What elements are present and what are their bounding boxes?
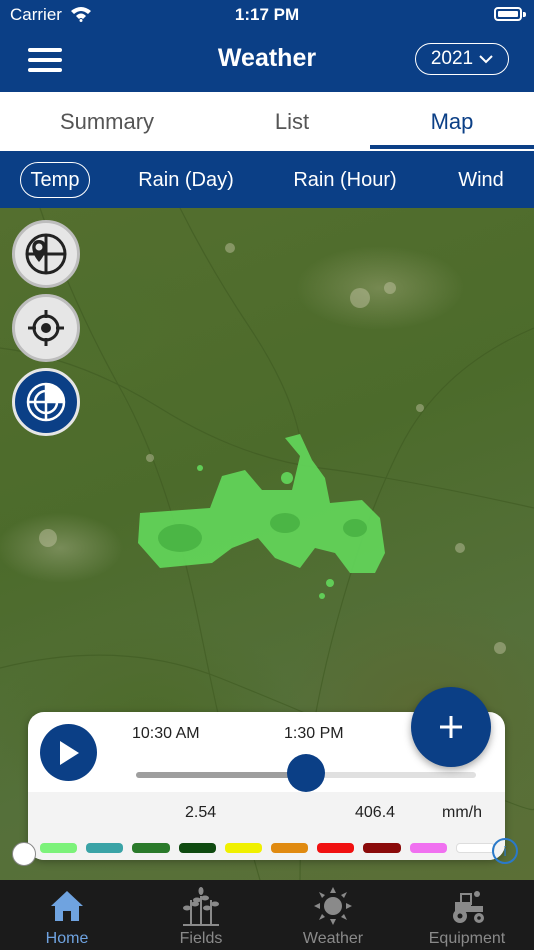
nav-fields[interactable]: Fields <box>134 880 268 950</box>
bottom-nav: Home Fields Weather Equipment <box>0 880 534 950</box>
timeline-handle[interactable] <box>287 754 325 792</box>
layer-selector: Temp Rain (Day) Rain (Hour) Wind <box>0 151 534 208</box>
legend-swatch-7 <box>363 843 401 853</box>
nav-home-label: Home <box>45 930 89 947</box>
locate-icon <box>28 310 64 346</box>
layer-rain-hour[interactable]: Rain (Hour) <box>280 162 410 198</box>
tab-summary[interactable]: Summary <box>0 92 214 151</box>
legend-max-value: 406.4 <box>355 804 396 821</box>
year-value: 2021 <box>430 48 474 69</box>
layer-rain-day[interactable]: Rain (Day) <box>124 162 248 198</box>
legend-swatch-3 <box>178 843 216 853</box>
active-tab-indicator <box>370 145 534 149</box>
chevron-down-icon <box>479 55 493 64</box>
app-header: Carrier 1:17 PM Weather 2021 <box>0 0 534 92</box>
view-tabs: Summary List Map <box>0 92 534 151</box>
radar-button[interactable] <box>12 368 80 436</box>
color-legend <box>40 843 496 853</box>
nav-weather[interactable]: Weather <box>266 880 400 950</box>
nav-fields-label: Fields <box>179 930 223 947</box>
legend-swatch-0 <box>40 843 78 853</box>
timeline-progress <box>136 772 306 778</box>
legend-unit: mm/h <box>442 804 482 821</box>
current-time-label: 1:30 PM <box>284 725 344 742</box>
add-button[interactable] <box>411 687 491 767</box>
home-icon <box>51 891 83 921</box>
tractor-icon <box>453 891 484 923</box>
layer-temp[interactable]: Temp <box>20 162 90 198</box>
nav-weather-label: Weather <box>302 930 364 947</box>
play-button[interactable] <box>40 724 97 781</box>
legend-min-value: 2.54 <box>185 804 217 821</box>
radar-icon <box>26 382 66 422</box>
field-map-button[interactable] <box>12 220 80 288</box>
info-icon[interactable]: i <box>492 838 518 864</box>
sun-icon <box>314 887 352 925</box>
plus-icon <box>440 716 462 738</box>
status-bar: Carrier 1:17 PM <box>0 0 534 30</box>
tab-map[interactable]: Map <box>370 92 534 151</box>
locate-button[interactable] <box>12 294 80 362</box>
nav-equipment-label: Equipment <box>428 930 506 947</box>
legend-swatch-5 <box>271 843 309 853</box>
legend-swatch-1 <box>86 843 124 853</box>
legend-swatch-6 <box>317 843 355 853</box>
play-icon <box>59 740 79 765</box>
nav-home[interactable]: Home <box>0 880 134 950</box>
mapbox-logo-icon <box>12 842 36 866</box>
legend-swatch-4 <box>224 843 263 853</box>
legend-swatch-9 <box>455 843 496 853</box>
start-time-label: 10:30 AM <box>132 725 200 742</box>
tab-list[interactable]: List <box>214 92 370 151</box>
nav-equipment[interactable]: Equipment <box>400 880 534 950</box>
status-time: 1:17 PM <box>234 5 300 24</box>
map-pin-grid-icon <box>25 233 67 275</box>
year-selector[interactable]: 2021 <box>415 43 509 75</box>
legend-swatch-8 <box>409 843 447 853</box>
plants-icon <box>183 887 219 926</box>
battery-tip <box>523 12 526 17</box>
legend-swatch-2 <box>132 843 170 853</box>
battery-icon <box>494 7 522 21</box>
layer-wind[interactable]: Wind <box>450 162 512 198</box>
